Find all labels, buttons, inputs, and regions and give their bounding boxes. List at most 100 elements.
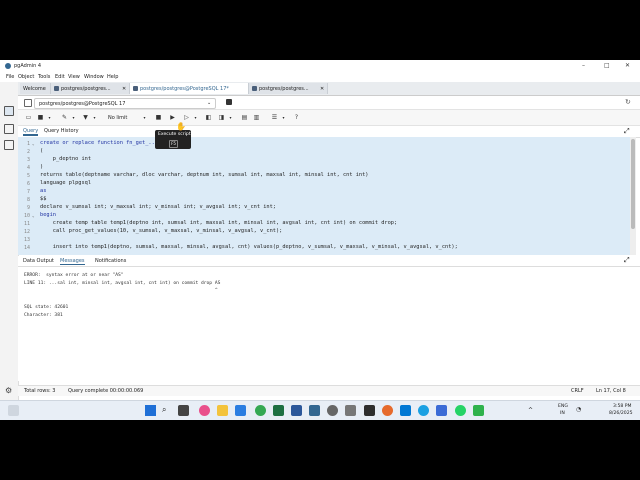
tab-notifications[interactable]: Notifications — [95, 258, 126, 264]
macros-dropdown-icon[interactable]: ▾ — [279, 113, 288, 122]
expand-icon[interactable]: ⤢ — [624, 256, 630, 265]
fold-icon[interactable]: ⌄ — [32, 213, 34, 218]
copy-icon[interactable] — [4, 140, 14, 150]
tab-query[interactable]: Query — [23, 128, 39, 136]
execute-script-icon[interactable]: ▶ — [168, 113, 177, 122]
menu-help[interactable]: Help — [107, 74, 118, 80]
explain-icon[interactable]: ◧ — [204, 113, 213, 122]
tab-label: postgres/postgres@PostgreSQL 17* — [140, 86, 229, 92]
tab-data-output[interactable]: Data Output — [23, 258, 54, 264]
minimize-button[interactable]: – — [582, 62, 585, 69]
code-line: create or replace function fn_get_... — [40, 140, 158, 146]
tab-query-1[interactable]: postgres/postgres... ✕ — [51, 83, 130, 94]
vscode-icon[interactable] — [400, 405, 411, 416]
copilot-icon[interactable] — [199, 405, 210, 416]
message-line: Character: 381 — [24, 313, 63, 318]
menu-file[interactable]: File — [6, 74, 14, 80]
clock-date[interactable]: 8/26/2025 — [609, 411, 633, 416]
line-number: 14 — [23, 245, 30, 251]
menu-bar: File Object Tools Edit View Window Help — [0, 72, 640, 82]
app-icon[interactable] — [473, 405, 484, 416]
explain-analyze-icon[interactable]: ◨ — [217, 113, 226, 122]
code-line: returns table(deptname varchar, dloc var… — [40, 172, 369, 178]
line-number: 6 — [26, 181, 30, 187]
rollback-icon[interactable]: ▥ — [252, 113, 261, 122]
app-icon[interactable] — [345, 405, 356, 416]
tab-query-history[interactable]: Query History — [44, 128, 79, 134]
menu-tools[interactable]: Tools — [38, 74, 50, 80]
edit-icon[interactable]: ✎ — [60, 113, 69, 122]
tab-query-3[interactable]: postgres/postgres... ✕ — [249, 83, 328, 94]
edge-icon[interactable] — [418, 405, 429, 416]
database-server-icon[interactable] — [226, 99, 232, 105]
file-explorer-icon[interactable] — [217, 405, 228, 416]
tab-label: postgres/postgres... — [259, 86, 309, 92]
close-button[interactable]: ✕ — [625, 62, 630, 69]
execute-options-icon[interactable]: ▷ — [182, 113, 191, 122]
task-view-icon[interactable] — [178, 405, 189, 416]
editor-scrollbar[interactable] — [630, 137, 636, 255]
sql-editor[interactable]: 1 2 3 4 5 6 7 8 9 10 11 12 13 14 ⌄ ⌄ cre… — [18, 137, 630, 255]
close-tab-icon[interactable]: ✕ — [122, 86, 126, 92]
help-icon[interactable]: ? — [292, 113, 301, 122]
app-icon[interactable] — [364, 405, 375, 416]
expand-icon[interactable]: ⤢ — [624, 127, 630, 136]
app-icon[interactable] — [327, 405, 338, 416]
line-number: 10 — [23, 213, 30, 219]
pgadmin-taskbar-icon[interactable] — [309, 405, 320, 416]
query-tool-icon — [54, 86, 59, 91]
tab-welcome[interactable]: Welcome — [20, 83, 51, 94]
tray-chevron-icon[interactable]: ^ — [528, 407, 533, 414]
app-icon[interactable] — [436, 405, 447, 416]
menu-object[interactable]: Object — [18, 74, 34, 80]
refresh-icon[interactable]: ↻ — [625, 98, 631, 106]
limit-dropdown-icon[interactable]: ▾ — [140, 113, 149, 122]
weather-widget-icon[interactable] — [8, 405, 19, 416]
filter-icon[interactable]: ▼ — [81, 113, 90, 122]
filter-dropdown-icon[interactable]: ▾ — [90, 113, 99, 122]
wifi-icon[interactable]: ◔ — [576, 406, 581, 413]
whatsapp-icon[interactable] — [455, 405, 466, 416]
menu-edit[interactable]: Edit — [55, 74, 65, 80]
scrollbar-thumb[interactable] — [631, 139, 635, 229]
app-icon[interactable] — [382, 405, 393, 416]
excel-icon[interactable] — [273, 405, 284, 416]
line-number: 4 — [26, 165, 30, 171]
message-line: LINE 11: ...sal int, minsal int, avgsal … — [24, 281, 221, 286]
maximize-button[interactable]: □ — [604, 62, 610, 69]
menu-view[interactable]: View — [68, 74, 80, 80]
edit-dropdown-icon[interactable]: ▾ — [69, 113, 78, 122]
search-icon[interactable]: ⌕ — [162, 405, 166, 415]
store-icon[interactable] — [235, 405, 246, 416]
commit-icon[interactable]: ▤ — [240, 113, 249, 122]
windows-start-icon[interactable] — [145, 405, 156, 416]
fold-icon[interactable]: ⌄ — [32, 141, 34, 146]
mouse-cursor-icon: ✋ — [176, 122, 186, 131]
menu-window[interactable]: Window — [84, 74, 104, 80]
explain-dropdown-icon[interactable]: ▾ — [226, 113, 235, 122]
save-icon[interactable]: ■ — [36, 113, 45, 122]
clock-time[interactable]: 3:58 PM — [613, 404, 632, 409]
stop-icon[interactable]: ■ — [154, 113, 163, 122]
limit-select[interactable]: No limit — [108, 115, 127, 121]
language-indicator[interactable]: ENG — [558, 404, 568, 409]
word-icon[interactable] — [291, 405, 302, 416]
tab-query-2[interactable]: postgres/postgres@PostgreSQL 17* — [130, 83, 249, 94]
open-file-icon[interactable]: ▭ — [24, 113, 33, 122]
execute-dropdown-icon[interactable]: ▾ — [191, 113, 200, 122]
connection-select[interactable]: postgres/postgres@PostgreSQL 17 ⌄ — [34, 98, 216, 109]
chrome-icon[interactable] — [255, 405, 266, 416]
terminal-icon[interactable] — [4, 124, 14, 134]
shortcut-key: F5 — [169, 140, 178, 148]
tab-messages[interactable]: Messages — [60, 258, 85, 265]
pgadmin-logo-icon — [5, 63, 11, 69]
code-line: p_deptno int — [40, 156, 92, 162]
macros-icon[interactable]: ☰ — [270, 113, 279, 122]
connection-status-icon — [24, 99, 32, 107]
close-tab-icon[interactable]: ✕ — [320, 86, 324, 92]
cursor-position: Ln 17, Col 8 — [596, 388, 626, 394]
database-icon[interactable] — [4, 106, 14, 116]
save-dropdown-icon[interactable]: ▾ — [45, 113, 54, 122]
settings-icon[interactable]: ⚙ — [5, 386, 12, 395]
code-line: as — [40, 188, 47, 194]
